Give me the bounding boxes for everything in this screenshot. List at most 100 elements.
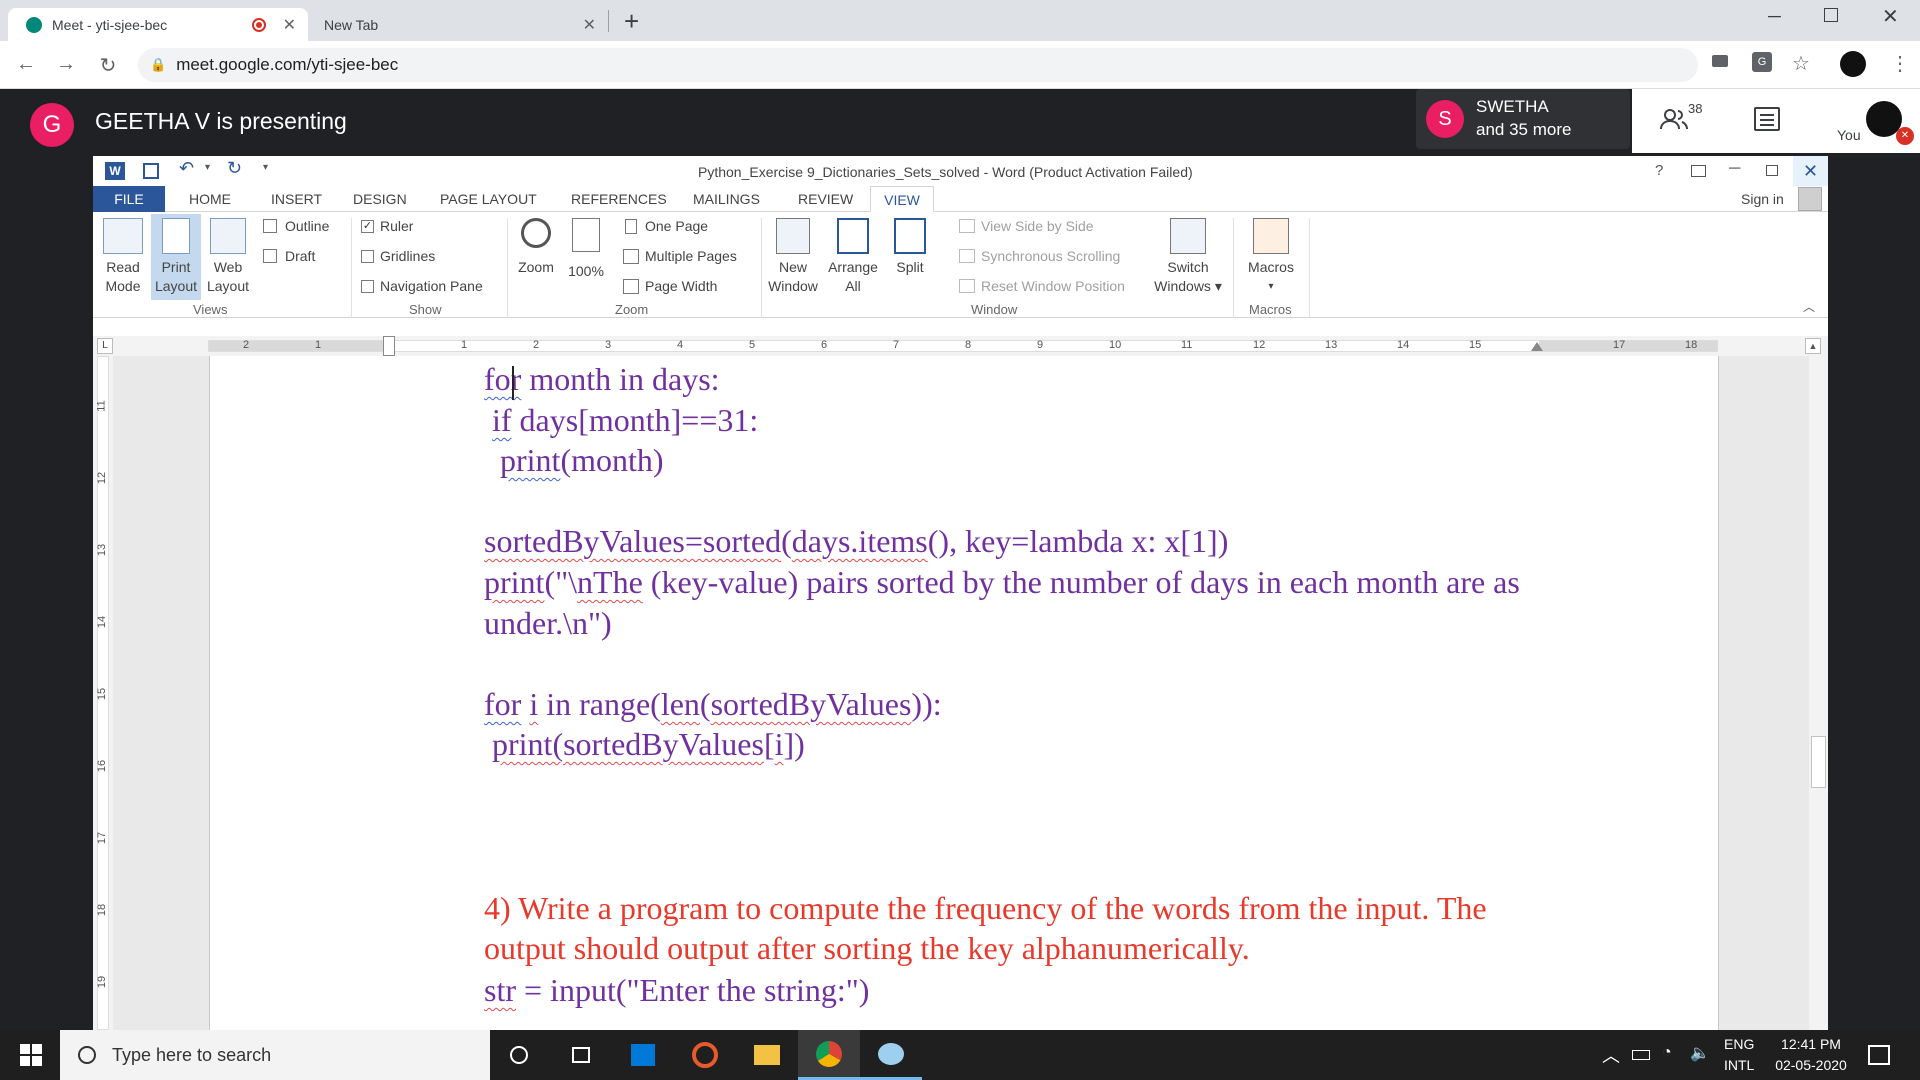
ruler-checkbox[interactable]: ✓ Ruler bbox=[361, 218, 413, 234]
new-window-button[interactable]: New Window bbox=[765, 218, 821, 296]
address-bar[interactable]: 🔒 meet.google.com/yti-sjee-bec bbox=[138, 48, 1698, 82]
ruler-number: 8 bbox=[965, 339, 972, 351]
minimize-window-icon[interactable]: ─ bbox=[1768, 6, 1781, 27]
word-minimize-icon[interactable]: ─ bbox=[1729, 160, 1740, 178]
read-mode-button[interactable]: Read Mode bbox=[95, 218, 151, 296]
collapse-ribbon-icon[interactable]: ︿ bbox=[1803, 298, 1815, 315]
word-restore-icon[interactable] bbox=[1766, 165, 1778, 176]
zoom-100-button[interactable]: 100% bbox=[563, 218, 609, 281]
start-button[interactable] bbox=[0, 1030, 62, 1080]
ribbon-display-options-icon[interactable] bbox=[1691, 165, 1706, 177]
arrange-all-button[interactable]: Arrange All bbox=[823, 218, 883, 296]
task-view-icon[interactable] bbox=[550, 1030, 612, 1080]
new-tab-button[interactable]: + bbox=[624, 6, 639, 37]
tab-mailings[interactable]: MAILINGS bbox=[693, 186, 760, 212]
ruler-numbers: 2 1 1 2 3 4 5 6 7 8 9 10 11 12 13 14 15 17 18 bbox=[93, 339, 1828, 353]
tab-insert[interactable]: INSERT bbox=[271, 186, 322, 212]
web-layout-button[interactable]: Web Layout bbox=[203, 218, 253, 296]
people-icon[interactable] bbox=[1660, 107, 1688, 130]
view-side-by-side-button[interactable]: View Side by Side bbox=[959, 218, 1094, 234]
battery-icon[interactable] bbox=[1632, 1050, 1650, 1060]
scroll-up-icon[interactable]: ▲ bbox=[1805, 338, 1821, 354]
save-icon[interactable] bbox=[143, 163, 159, 179]
multiple-pages-icon bbox=[623, 248, 639, 264]
tab-view[interactable]: VIEW bbox=[870, 186, 934, 212]
tab-page-layout[interactable]: PAGE LAYOUT bbox=[440, 186, 537, 212]
tab-design[interactable]: DESIGN bbox=[353, 186, 407, 212]
synchronous-scrolling-button[interactable]: Synchronous Scrolling bbox=[959, 248, 1120, 264]
store-icon[interactable] bbox=[612, 1030, 674, 1080]
clock-date[interactable]: 02-05-2020 bbox=[1768, 1057, 1854, 1073]
gridlines-checkbox[interactable]: Gridlines bbox=[361, 248, 435, 264]
taskbar-search-box[interactable]: Type here to search bbox=[60, 1030, 490, 1080]
close-tab-icon[interactable]: ✕ bbox=[583, 15, 596, 35]
clock-time[interactable]: 12:41 PM bbox=[1776, 1036, 1846, 1052]
show-hidden-icons[interactable]: ︿ bbox=[1602, 1042, 1620, 1068]
draft-button[interactable]: Draft bbox=[263, 248, 315, 264]
camera-icon[interactable] bbox=[1712, 55, 1728, 67]
language-bottom[interactable]: INTL bbox=[1724, 1057, 1754, 1073]
undo-dropdown-icon[interactable]: ▾ bbox=[205, 162, 210, 173]
tab-meet[interactable]: Meet - yti-sjee-bec ✕ bbox=[8, 8, 308, 41]
document-page[interactable]: for month in days: if days[month]==31: p… bbox=[209, 356, 1719, 1030]
cortana-icon[interactable] bbox=[488, 1030, 550, 1080]
tab-file[interactable]: FILE bbox=[93, 186, 165, 212]
media-app-icon[interactable] bbox=[674, 1030, 736, 1080]
chat-icon[interactable] bbox=[1754, 107, 1780, 131]
switch-windows-label-2: Windows ▾ bbox=[1154, 278, 1222, 294]
language-top[interactable]: ENG bbox=[1724, 1036, 1754, 1052]
customize-qat-icon[interactable]: ▾ bbox=[263, 162, 268, 173]
zoom-100-label: 100% bbox=[568, 263, 604, 279]
translate-icon[interactable]: G bbox=[1752, 52, 1772, 72]
notifications-icon[interactable] bbox=[1868, 1045, 1890, 1065]
horizontal-ruler[interactable]: L 2 1 1 2 3 4 5 6 7 8 9 10 11 12 13 14 15 17 18 ▲ bbox=[93, 336, 1828, 356]
one-page-button[interactable]: One Page bbox=[625, 218, 708, 234]
chrome-taskbar-icon[interactable] bbox=[798, 1030, 860, 1080]
profile-avatar[interactable] bbox=[1840, 51, 1866, 77]
help-icon[interactable]: ? bbox=[1655, 162, 1663, 179]
word-close-button[interactable]: ✕ bbox=[1793, 156, 1828, 186]
macros-button[interactable]: Macros ▾ bbox=[1239, 218, 1303, 296]
tab-home[interactable]: HOME bbox=[189, 186, 231, 212]
sign-in-link[interactable]: Sign in bbox=[1741, 186, 1784, 212]
bookmark-star-icon[interactable]: ☆ bbox=[1792, 51, 1810, 76]
right-indent-icon[interactable] bbox=[1531, 342, 1543, 351]
redo-icon[interactable]: ↻ bbox=[227, 158, 242, 179]
outline-button[interactable]: Outline bbox=[263, 218, 329, 234]
close-tab-icon[interactable]: ✕ bbox=[283, 15, 296, 35]
reload-icon[interactable]: ↻ bbox=[96, 53, 120, 78]
zoom-button[interactable]: Zoom bbox=[513, 218, 559, 277]
vertical-scrollbar[interactable] bbox=[1809, 356, 1828, 1030]
file-explorer-icon[interactable] bbox=[736, 1030, 798, 1080]
maximize-window-icon[interactable] bbox=[1824, 8, 1838, 22]
split-icon bbox=[894, 218, 926, 254]
switch-windows-button[interactable]: Switch Windows ▾ bbox=[1153, 218, 1223, 296]
close-window-icon[interactable]: ✕ bbox=[1882, 4, 1899, 29]
volume-icon[interactable]: 🔈 bbox=[1690, 1043, 1710, 1063]
arrange-all-icon bbox=[837, 218, 869, 254]
participant-preview[interactable]: S SWETHA and 35 more bbox=[1416, 89, 1630, 149]
print-layout-button[interactable]: Print Layout bbox=[151, 214, 201, 300]
ruler-number: 18 bbox=[1685, 339, 1698, 351]
reset-window-position-button[interactable]: Reset Window Position bbox=[959, 278, 1125, 294]
macros-label: Macros bbox=[1248, 259, 1294, 275]
tab-new-tab[interactable]: New Tab ✕ bbox=[308, 8, 608, 41]
tab-references[interactable]: REFERENCES bbox=[571, 186, 667, 212]
empty-checkbox-icon bbox=[361, 279, 374, 293]
back-arrow-icon[interactable]: ← bbox=[14, 53, 38, 76]
forward-arrow-icon[interactable]: → bbox=[54, 53, 78, 76]
undo-icon[interactable]: ↶ bbox=[179, 158, 194, 179]
code-line-9: str = input("Enter the string:") bbox=[484, 972, 870, 1008]
indent-marker-icon[interactable] bbox=[383, 336, 395, 356]
split-button[interactable]: Split bbox=[886, 218, 934, 277]
vertical-ruler-number: 16 bbox=[96, 759, 109, 773]
paint-app-icon[interactable] bbox=[860, 1030, 922, 1080]
navigation-pane-checkbox[interactable]: Navigation Pane bbox=[361, 278, 483, 294]
tab-review[interactable]: REVIEW bbox=[798, 186, 853, 212]
user-avatar-icon[interactable] bbox=[1798, 187, 1822, 211]
network-icon[interactable]: ◔ bbox=[1662, 1044, 1672, 1062]
page-width-button[interactable]: Page Width bbox=[623, 278, 717, 294]
scrollbar-thumb[interactable] bbox=[1811, 736, 1826, 788]
chrome-menu-icon[interactable]: ⋮ bbox=[1890, 51, 1910, 76]
multiple-pages-button[interactable]: Multiple Pages bbox=[623, 248, 737, 264]
